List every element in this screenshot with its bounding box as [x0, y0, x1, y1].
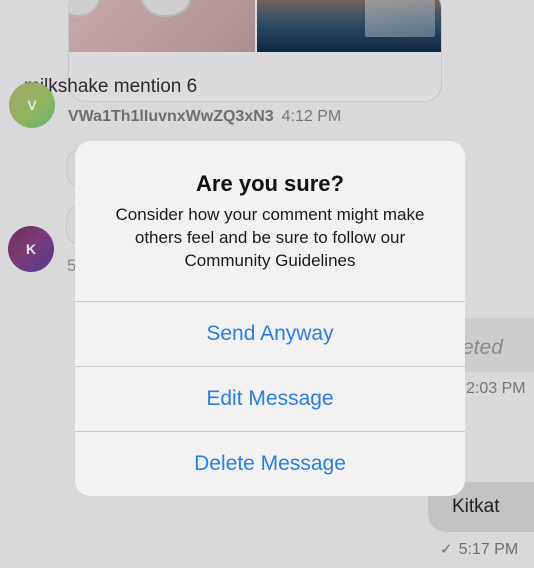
send-anyway-button[interactable]: Send Anyway: [75, 302, 465, 366]
delete-message-button[interactable]: Delete Message: [75, 432, 465, 496]
dialog-title: Are you sure?: [196, 171, 344, 196]
confirmation-dialog: Are you sure? Consider how your comment …: [75, 141, 465, 496]
edit-message-button[interactable]: Edit Message: [75, 367, 465, 431]
message-time: 2:03 PM: [466, 380, 526, 397]
sender-info: VWa1Th1lIuvnxWwZQ3xN3 4:12 PM: [68, 108, 341, 126]
message-time: 4:12 PM: [281, 108, 342, 125]
message-meta: ✓ 5:17 PM: [440, 540, 518, 559]
plate-shape: [69, 0, 101, 17]
message-time: 5:17 PM: [458, 541, 519, 558]
message-text: eted: [462, 336, 503, 359]
avatar[interactable]: V: [9, 82, 55, 128]
attached-image-plates[interactable]: [69, 0, 255, 52]
sender-name: VWa1Th1lIuvnxWwZQ3xN3: [68, 108, 274, 125]
plate-shape: [141, 0, 191, 17]
checkmark-icon: ✓: [440, 541, 453, 558]
avatar[interactable]: K: [8, 226, 54, 272]
dialog-message: Consider how your comment might make oth…: [115, 205, 425, 270]
message-text: Kitkat: [452, 496, 500, 517]
attached-image-landscape[interactable]: [257, 0, 441, 52]
chat-screen: milkshake mention 6 V VWa1Th1lIuvnxWwZQ3…: [0, 0, 534, 568]
